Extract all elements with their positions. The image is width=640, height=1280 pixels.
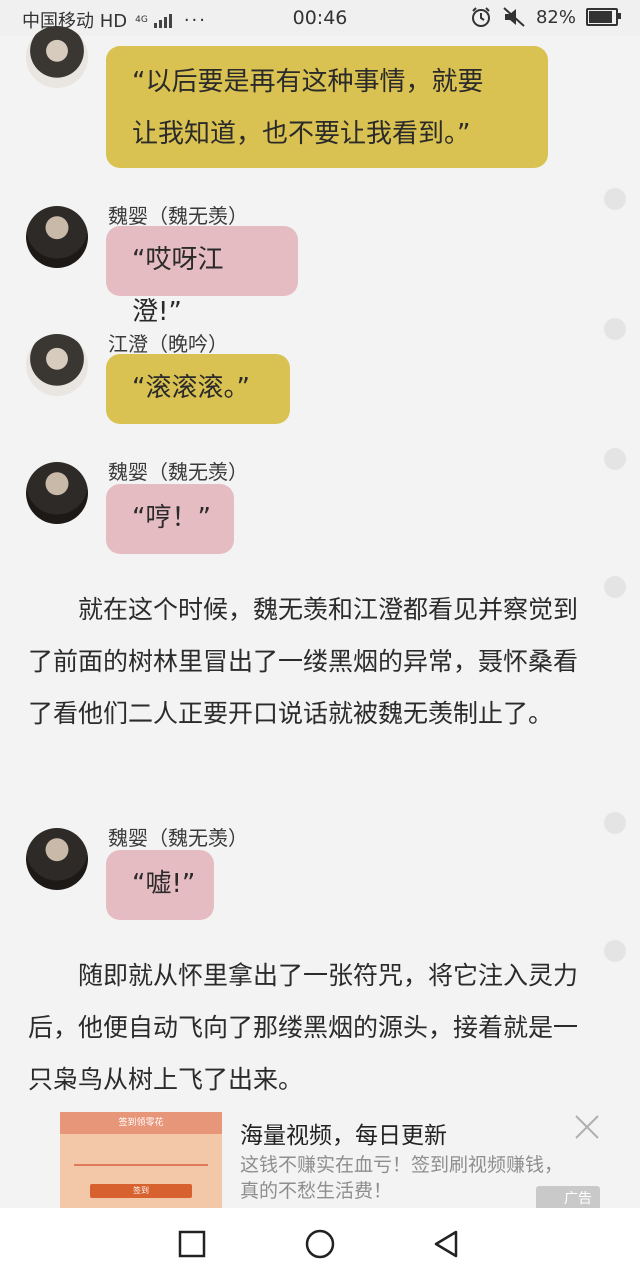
back-button[interactable] [430,1228,462,1260]
message-bubble: “哎呀江澄!” [106,226,298,327]
message-bubble: “哼！” [106,484,234,554]
ad-description[interactable]: 这钱不赚实在血亏！签到刷视频赚钱，真的不愁生活费！ [240,1152,570,1204]
side-dot [604,318,626,340]
message-text-line: “以后要是再有这种事情，就要 [132,67,484,97]
ad-thumb-progress [74,1164,208,1166]
message-bubble: “滚滚滚。” [106,354,290,424]
ad-tag: 广告 [536,1186,600,1210]
message-bubble: “以后要是再有这种事情，就要 让我知道，也不要让我看到。” [106,46,548,168]
message-text-line: 让我知道，也不要让我看到。” [132,119,471,149]
jiang-cheng-avatar[interactable] [26,334,88,396]
square-icon [178,1230,206,1258]
battery-percent: 82% [535,6,576,28]
speaker-name: 魏婴（魏无羡） [108,204,248,228]
speaker-name: 魏婴（魏无羡） [108,460,248,484]
jiang-cheng-avatar[interactable] [26,26,88,88]
ad-thumbnail[interactable]: 签到领零花 签到 [60,1112,222,1208]
alarm-icon [471,7,490,27]
close-icon[interactable] [574,1114,600,1140]
speaker-name: 江澄（晚吟） [108,332,228,356]
ad-thumb-title: 签到领零花 [60,1112,222,1134]
side-dot [604,940,626,962]
side-dot [604,448,626,470]
narration-paragraph: 随即就从怀里拿出了一张符咒，将它注入灵力后，他便自动飞向了那缕黑烟的源头，接着就… [28,961,579,1094]
wei-ying-avatar[interactable] [26,828,88,890]
ad-banner[interactable]: 签到领零花 签到 海量视频，每日更新 这钱不赚实在血亏！签到刷视频赚钱，真的不愁… [0,1108,640,1210]
triangle-back-icon [434,1230,458,1258]
message-bubble: “嘘!” [106,850,214,920]
circle-icon [305,1229,335,1259]
narration-paragraph: 就在这个时候，魏无羡和江澄都看见并察觉到了前面的树林里冒出了一缕黑烟的异常，聂怀… [28,595,579,728]
ad-thumb-button: 签到 [90,1184,192,1198]
navigation-bar [0,1208,640,1280]
side-dot [604,812,626,834]
speaker-name: 魏婴（魏无羡） [108,826,248,850]
wei-ying-avatar[interactable] [26,462,88,524]
status-bar: 中国移动 HD 4G ··· 00:46 82% [0,0,640,36]
side-dot [604,188,626,210]
side-dot [604,576,626,598]
mute-icon [503,7,525,27]
home-button[interactable] [304,1228,336,1260]
battery-icon [586,8,621,26]
recent-apps-button[interactable] [176,1228,208,1260]
wei-ying-avatar[interactable] [26,206,88,268]
ad-title[interactable]: 海量视频，每日更新 [240,1116,447,1150]
